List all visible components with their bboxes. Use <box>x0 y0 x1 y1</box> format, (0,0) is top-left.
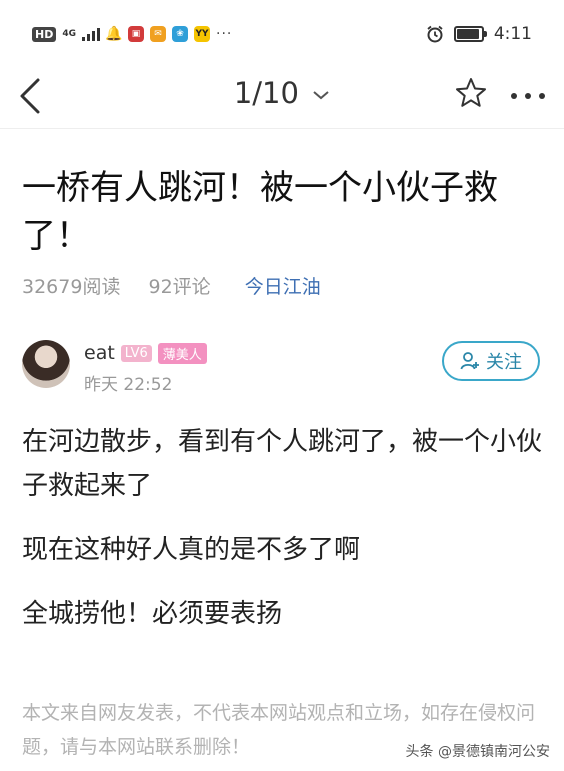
paragraph: 现在这种好人真的是不多了啊 <box>22 535 361 565</box>
status-bar: HD 4G 🔔 ▣ ✉ ❀ YY ··· 4:11 <box>0 0 564 64</box>
author-tag: 薄美人 <box>157 342 207 364</box>
clock: 4:11 <box>493 24 532 44</box>
network-type: 4G <box>62 28 76 39</box>
comment-count[interactable]: 92评论 <box>149 276 211 298</box>
star-icon[interactable] <box>454 76 488 110</box>
avatar[interactable] <box>22 340 70 388</box>
post-time: 昨天 22:52 <box>84 375 173 395</box>
alarm-icon <box>427 25 443 43</box>
mail-app-icon: ✉ <box>150 26 166 42</box>
article-meta: 32679阅读 92评论 今日江油 <box>22 272 343 299</box>
nav-bar: 1/10 <box>0 64 564 129</box>
author-name[interactable]: eat <box>84 342 115 364</box>
status-left: HD 4G 🔔 ▣ ✉ ❀ YY ··· <box>32 26 232 42</box>
signal-icon <box>82 27 100 41</box>
status-right: 4:11 <box>426 24 532 44</box>
battery-icon <box>453 26 487 42</box>
hd-badge: HD <box>32 26 57 42</box>
article-title: 一桥有人跳河！被一个小伙子救了！ <box>22 168 498 256</box>
news-app-icon: ▣ <box>128 26 144 42</box>
follow-label: 关注 <box>486 352 522 373</box>
paragraph: 全城捞他！必须要表扬 <box>22 599 283 629</box>
article-body: 在河边散步，看到有个人跳河了，被一个小伙子救起来了 现在这种好人真的是不多了啊 … <box>22 420 542 656</box>
chevron-down-icon <box>313 91 329 100</box>
read-count: 32679阅读 <box>22 276 121 298</box>
more-icon[interactable] <box>508 84 548 108</box>
leaf-app-icon: ❀ <box>172 26 188 42</box>
source-link[interactable]: 今日江油 <box>245 276 321 298</box>
battery-fill <box>456 29 479 39</box>
paragraph: 在河边散步，看到有个人跳河了，被一个小伙子救起来了 <box>22 427 543 501</box>
more-notifications-icon: ··· <box>216 26 233 42</box>
yy-app-icon: YY <box>194 26 210 42</box>
level-badge: LV6 <box>120 344 152 362</box>
page-counter: 1/10 <box>233 76 299 110</box>
author-info: eat LV6 薄美人 <box>84 342 207 364</box>
add-user-icon <box>460 352 479 370</box>
follow-button[interactable]: 关注 <box>442 341 540 381</box>
watermark: 头条 @景德镇南河公安 <box>405 741 550 761</box>
bell-icon: 🔔 <box>105 26 123 42</box>
